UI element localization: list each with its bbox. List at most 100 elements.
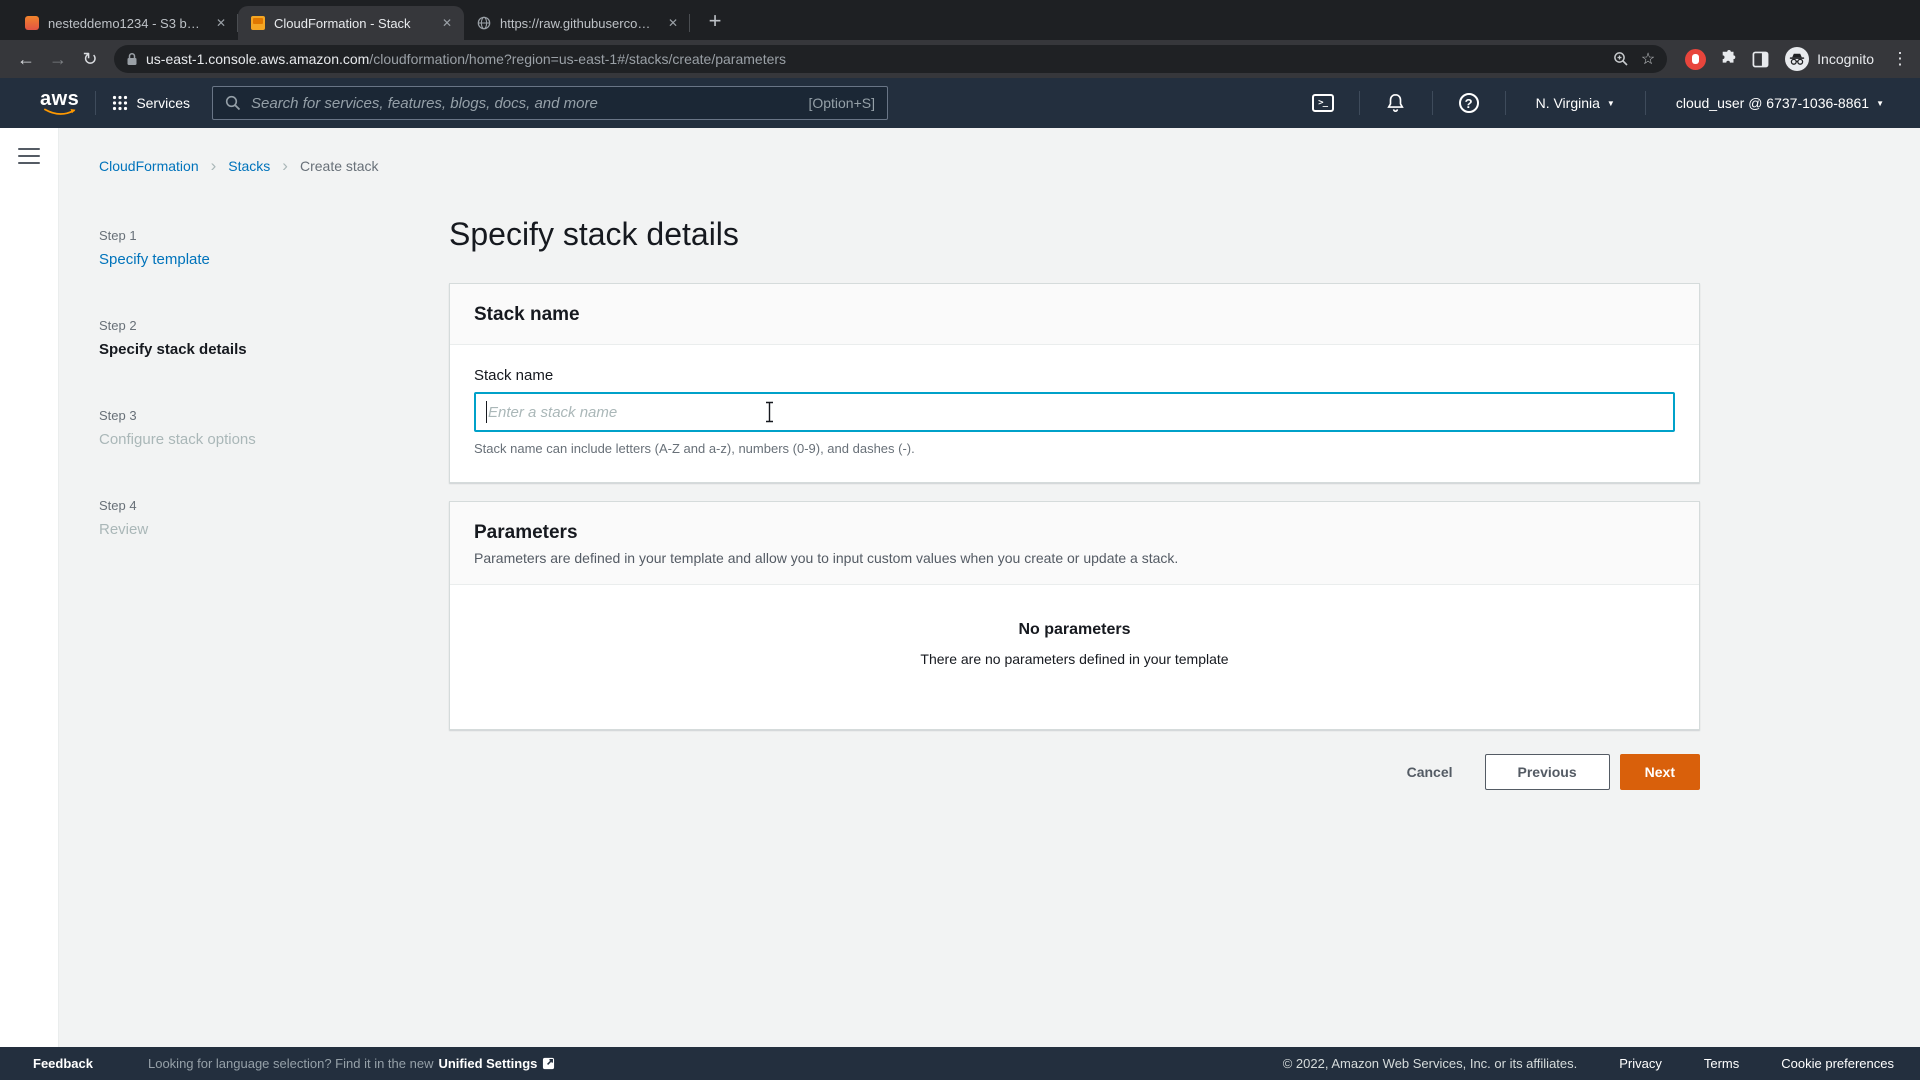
step-1-specify-template: Step 1 Specify template <box>99 228 349 268</box>
services-label: Services <box>136 95 190 111</box>
stack-name-card: Stack name Stack name Stack name can inc… <box>449 283 1700 483</box>
notifications-bell-icon[interactable] <box>1376 93 1416 113</box>
grid-icon <box>112 95 128 111</box>
console-footer: Feedback Looking for language selection?… <box>0 1047 1920 1080</box>
services-menu[interactable]: Services <box>112 95 190 111</box>
search-placeholder: Search for services, features, blogs, do… <box>251 95 598 112</box>
step-link: Review <box>99 521 349 538</box>
bookmark-star-icon[interactable]: ☆ <box>1641 49 1655 69</box>
url-domain: us-east-1.console.aws.amazon.com <box>146 51 369 67</box>
account-menu[interactable]: cloud_user @ 6737-1036-8861 ▼ <box>1662 95 1898 111</box>
help-icon[interactable]: ? <box>1449 93 1489 113</box>
previous-button[interactable]: Previous <box>1485 754 1610 790</box>
copyright-text: © 2022, Amazon Web Services, Inc. or its… <box>1283 1056 1578 1071</box>
breadcrumb-cloudformation[interactable]: CloudFormation <box>99 158 199 174</box>
browser-menu-icon[interactable]: ⋮ <box>1890 49 1910 69</box>
external-link-icon <box>542 1057 555 1070</box>
aws-logo[interactable]: aws <box>40 90 79 117</box>
parameters-card-header: Parameters Parameters are defined in you… <box>450 502 1699 585</box>
privacy-link[interactable]: Privacy <box>1619 1056 1662 1071</box>
aws-smile-icon <box>43 108 77 117</box>
globe-icon <box>476 15 492 31</box>
account-label: cloud_user @ 6737-1036-8861 <box>1676 95 1869 111</box>
step-number: Step 3 <box>99 408 349 423</box>
unified-settings-link[interactable]: Unified Settings <box>438 1056 537 1071</box>
section-title: Parameters <box>474 522 1675 544</box>
new-tab-button[interactable]: + <box>700 6 730 36</box>
back-icon[interactable]: ← <box>10 43 42 75</box>
language-selection-note: Looking for language selection? Find it … <box>148 1056 555 1071</box>
incognito-label: Incognito <box>1817 51 1874 67</box>
refresh-icon[interactable]: ↻ <box>74 43 106 75</box>
stack-name-helper: Stack name can include letters (A-Z and … <box>474 441 1675 456</box>
search-icon <box>225 95 241 111</box>
aws-console-header: aws Services Search for services, featur… <box>0 78 1920 128</box>
hamburger-menu-icon[interactable] <box>18 148 40 164</box>
cancel-button[interactable]: Cancel <box>1407 764 1453 780</box>
side-navigation-strip <box>0 128 59 1047</box>
step-link: Configure stack options <box>99 431 349 448</box>
blocker-extension-icon[interactable] <box>1685 49 1706 70</box>
step-number: Step 1 <box>99 228 349 243</box>
address-bar[interactable]: us-east-1.console.aws.amazon.com/cloudfo… <box>114 45 1667 73</box>
browser-tab-strip: nesteddemo1234 - S3 bucket ✕ CloudFormat… <box>0 0 1920 40</box>
divider <box>1432 91 1433 115</box>
page-title: Specify stack details <box>449 216 1700 253</box>
stack-name-card-header: Stack name <box>450 284 1699 345</box>
tab-raw-githubusercontent[interactable]: https://raw.githubusercontent. ✕ <box>464 6 690 40</box>
chevron-down-icon: ▼ <box>1607 99 1615 108</box>
empty-state-message: There are no parameters defined in your … <box>450 651 1699 667</box>
region-selector[interactable]: N. Virginia ▼ <box>1522 95 1629 111</box>
extensions-puzzle-icon[interactable] <box>1720 50 1738 68</box>
tab-s3-bucket[interactable]: nesteddemo1234 - S3 bucket ✕ <box>12 6 238 40</box>
browser-toolbar: ← → ↻ us-east-1.console.aws.amazon.com/c… <box>0 40 1920 78</box>
wizard-steps-nav: Step 1 Specify template Step 2 Specify s… <box>99 228 349 588</box>
tab-title: https://raw.githubusercontent. <box>500 16 656 31</box>
chevron-down-icon: ▼ <box>1876 99 1884 108</box>
close-tab-icon[interactable]: ✕ <box>438 14 456 32</box>
divider <box>1359 91 1360 115</box>
url-path: /cloudformation/home?region=us-east-1#/s… <box>369 51 786 67</box>
section-title: Stack name <box>474 304 1675 326</box>
cookie-preferences-link[interactable]: Cookie preferences <box>1781 1056 1894 1071</box>
stack-name-label: Stack name <box>474 367 1675 384</box>
incognito-badge: Incognito <box>1785 47 1874 71</box>
wizard-actions: Cancel Previous Next <box>449 754 1700 790</box>
breadcrumb-stacks[interactable]: Stacks <box>228 158 270 174</box>
s3-bucket-icon <box>24 15 40 31</box>
forward-icon[interactable]: → <box>42 43 74 75</box>
feedback-link[interactable]: Feedback <box>33 1056 93 1071</box>
parameters-empty-state: No parameters There are no parameters de… <box>450 585 1699 729</box>
tab-title: nesteddemo1234 - S3 bucket <box>48 16 204 31</box>
step-link[interactable]: Specify template <box>99 251 349 268</box>
text-caret <box>486 401 487 423</box>
close-tab-icon[interactable]: ✕ <box>664 14 682 32</box>
breadcrumb: CloudFormation › Stacks › Create stack <box>99 158 379 174</box>
ibeam-mouse-cursor <box>764 401 775 423</box>
parameters-card: Parameters Parameters are defined in you… <box>449 501 1700 730</box>
divider <box>1505 91 1506 115</box>
region-label: N. Virginia <box>1536 95 1600 111</box>
stack-name-input[interactable] <box>474 392 1675 432</box>
lock-icon <box>126 52 138 66</box>
console-search-input[interactable]: Search for services, features, blogs, do… <box>212 86 888 120</box>
terms-link[interactable]: Terms <box>1704 1056 1739 1071</box>
side-panel-icon[interactable] <box>1752 51 1769 68</box>
search-shortcut: [Option+S] <box>808 95 875 111</box>
step-number: Step 2 <box>99 318 349 333</box>
incognito-icon <box>1785 47 1809 71</box>
section-description: Parameters are defined in your template … <box>474 550 1675 566</box>
divider <box>1645 91 1646 115</box>
zoom-page-icon[interactable] <box>1613 51 1629 67</box>
next-button[interactable]: Next <box>1620 754 1700 790</box>
chevron-right-icon: › <box>211 159 217 173</box>
chevron-right-icon: › <box>282 159 288 173</box>
step-3-configure-stack-options: Step 3 Configure stack options <box>99 408 349 448</box>
breadcrumb-current: Create stack <box>300 158 379 174</box>
cloudformation-icon <box>250 15 266 31</box>
tab-cloudformation[interactable]: CloudFormation - Stack ✕ <box>238 6 464 40</box>
step-link[interactable]: Specify stack details <box>99 341 349 358</box>
step-2-specify-stack-details: Step 2 Specify stack details <box>99 318 349 358</box>
cloudshell-icon[interactable]: >_ <box>1303 94 1343 112</box>
close-tab-icon[interactable]: ✕ <box>212 14 230 32</box>
